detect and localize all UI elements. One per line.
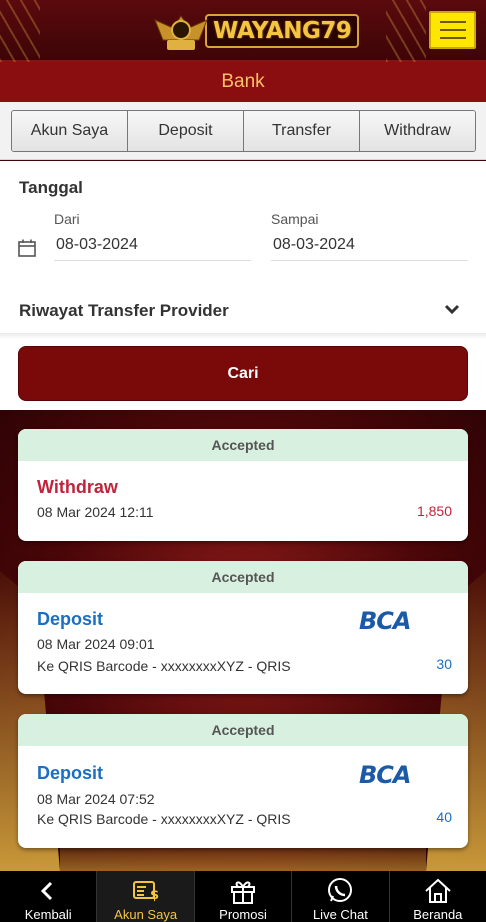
page-title-bar: Bank: [0, 62, 486, 102]
nav-live-chat[interactable]: Live Chat: [292, 871, 390, 922]
transaction-card[interactable]: Accepted Withdraw 08 Mar 2024 12:11 1,85…: [18, 429, 468, 541]
hamburger-menu-button[interactable]: [429, 11, 476, 49]
transaction-card[interactable]: Accepted Deposit BCA 08 Mar 2024 07:52 K…: [18, 714, 468, 848]
transaction-amount: 40: [436, 809, 452, 825]
transaction-datetime: 08 Mar 2024 07:52: [37, 791, 155, 807]
section-divider: [0, 333, 486, 339]
tab-deposit[interactable]: Deposit: [128, 111, 244, 151]
logo-text: WAYANG79: [205, 14, 360, 48]
status-badge: Accepted: [18, 429, 468, 461]
tab-akun-saya[interactable]: Akun Saya: [12, 111, 128, 151]
nav-label: Promosi: [219, 907, 267, 922]
transaction-amount: 1,850: [416, 503, 452, 519]
search-button[interactable]: Cari: [18, 346, 468, 401]
tab-withdraw[interactable]: Withdraw: [360, 111, 475, 151]
nav-beranda[interactable]: Beranda: [390, 871, 486, 922]
transaction-type: Deposit: [37, 609, 104, 629]
status-badge: Accepted: [18, 714, 468, 746]
account-money-icon: $: [132, 881, 159, 903]
transaction-datetime: 08 Mar 2024 12:11: [37, 504, 154, 520]
transaction-type: Withdraw: [37, 477, 118, 497]
gift-icon: [231, 881, 256, 904]
top-header: WAYANG79: [0, 0, 486, 62]
bottom-navigation: Kembali $ Akun Saya Promosi Live Chat Be…: [0, 871, 486, 922]
bca-bank-logo: BCA: [359, 607, 411, 635]
status-badge: Accepted: [18, 561, 468, 593]
nav-promosi[interactable]: Promosi: [195, 871, 293, 922]
nav-label: Akun Saya: [114, 907, 178, 922]
tab-transfer[interactable]: Transfer: [244, 111, 360, 151]
header-decoration: [386, 0, 426, 62]
date-section-label: Tanggal: [19, 178, 83, 197]
from-date-input[interactable]: 08-03-2024: [54, 229, 251, 261]
tab-area: Akun Saya Deposit Transfer Withdraw: [0, 102, 486, 160]
bca-bank-logo: BCA: [359, 761, 411, 789]
home-icon: [425, 878, 451, 903]
transaction-description: Ke QRIS Barcode - xxxxxxxxXYZ - QRIS: [37, 811, 291, 827]
transaction-list: Accepted Withdraw 08 Mar 2024 12:11 1,85…: [0, 410, 486, 871]
to-date-label: Sampai: [271, 211, 319, 227]
transaction-description: Ke QRIS Barcode - xxxxxxxxXYZ - QRIS: [37, 658, 291, 674]
provider-history-dropdown[interactable]: Riwayat Transfer Provider: [19, 301, 229, 321]
nav-kembali[interactable]: Kembali: [0, 871, 98, 922]
site-logo[interactable]: WAYANG79: [153, 6, 360, 56]
logo-emblem-icon: [153, 6, 209, 56]
nav-akun-saya[interactable]: $ Akun Saya: [97, 871, 195, 922]
chevron-down-icon[interactable]: [444, 303, 460, 315]
hamburger-icon: [439, 21, 466, 23]
transaction-type: Deposit: [37, 763, 104, 783]
header-decoration: [0, 0, 40, 62]
transaction-datetime: 08 Mar 2024 09:01: [37, 636, 155, 652]
back-arrow-icon: [41, 881, 53, 901]
nav-label: Beranda: [413, 907, 463, 922]
from-date-label: Dari: [54, 211, 80, 227]
tab-bar: Akun Saya Deposit Transfer Withdraw: [11, 110, 476, 152]
nav-label: Kembali: [24, 907, 72, 922]
nav-label: Live Chat: [312, 907, 368, 922]
filter-panel: Tanggal Dari 08-03-2024 Sampai 08-03-202…: [0, 161, 486, 410]
page-title: Bank: [221, 71, 265, 92]
transaction-amount: 30: [436, 656, 452, 672]
transaction-card[interactable]: Accepted Deposit BCA 08 Mar 2024 09:01 K…: [18, 561, 468, 694]
to-date-input[interactable]: 08-03-2024: [271, 229, 468, 261]
whatsapp-icon: [328, 878, 353, 902]
svg-text:$: $: [150, 888, 159, 903]
calendar-icon[interactable]: [18, 239, 36, 257]
